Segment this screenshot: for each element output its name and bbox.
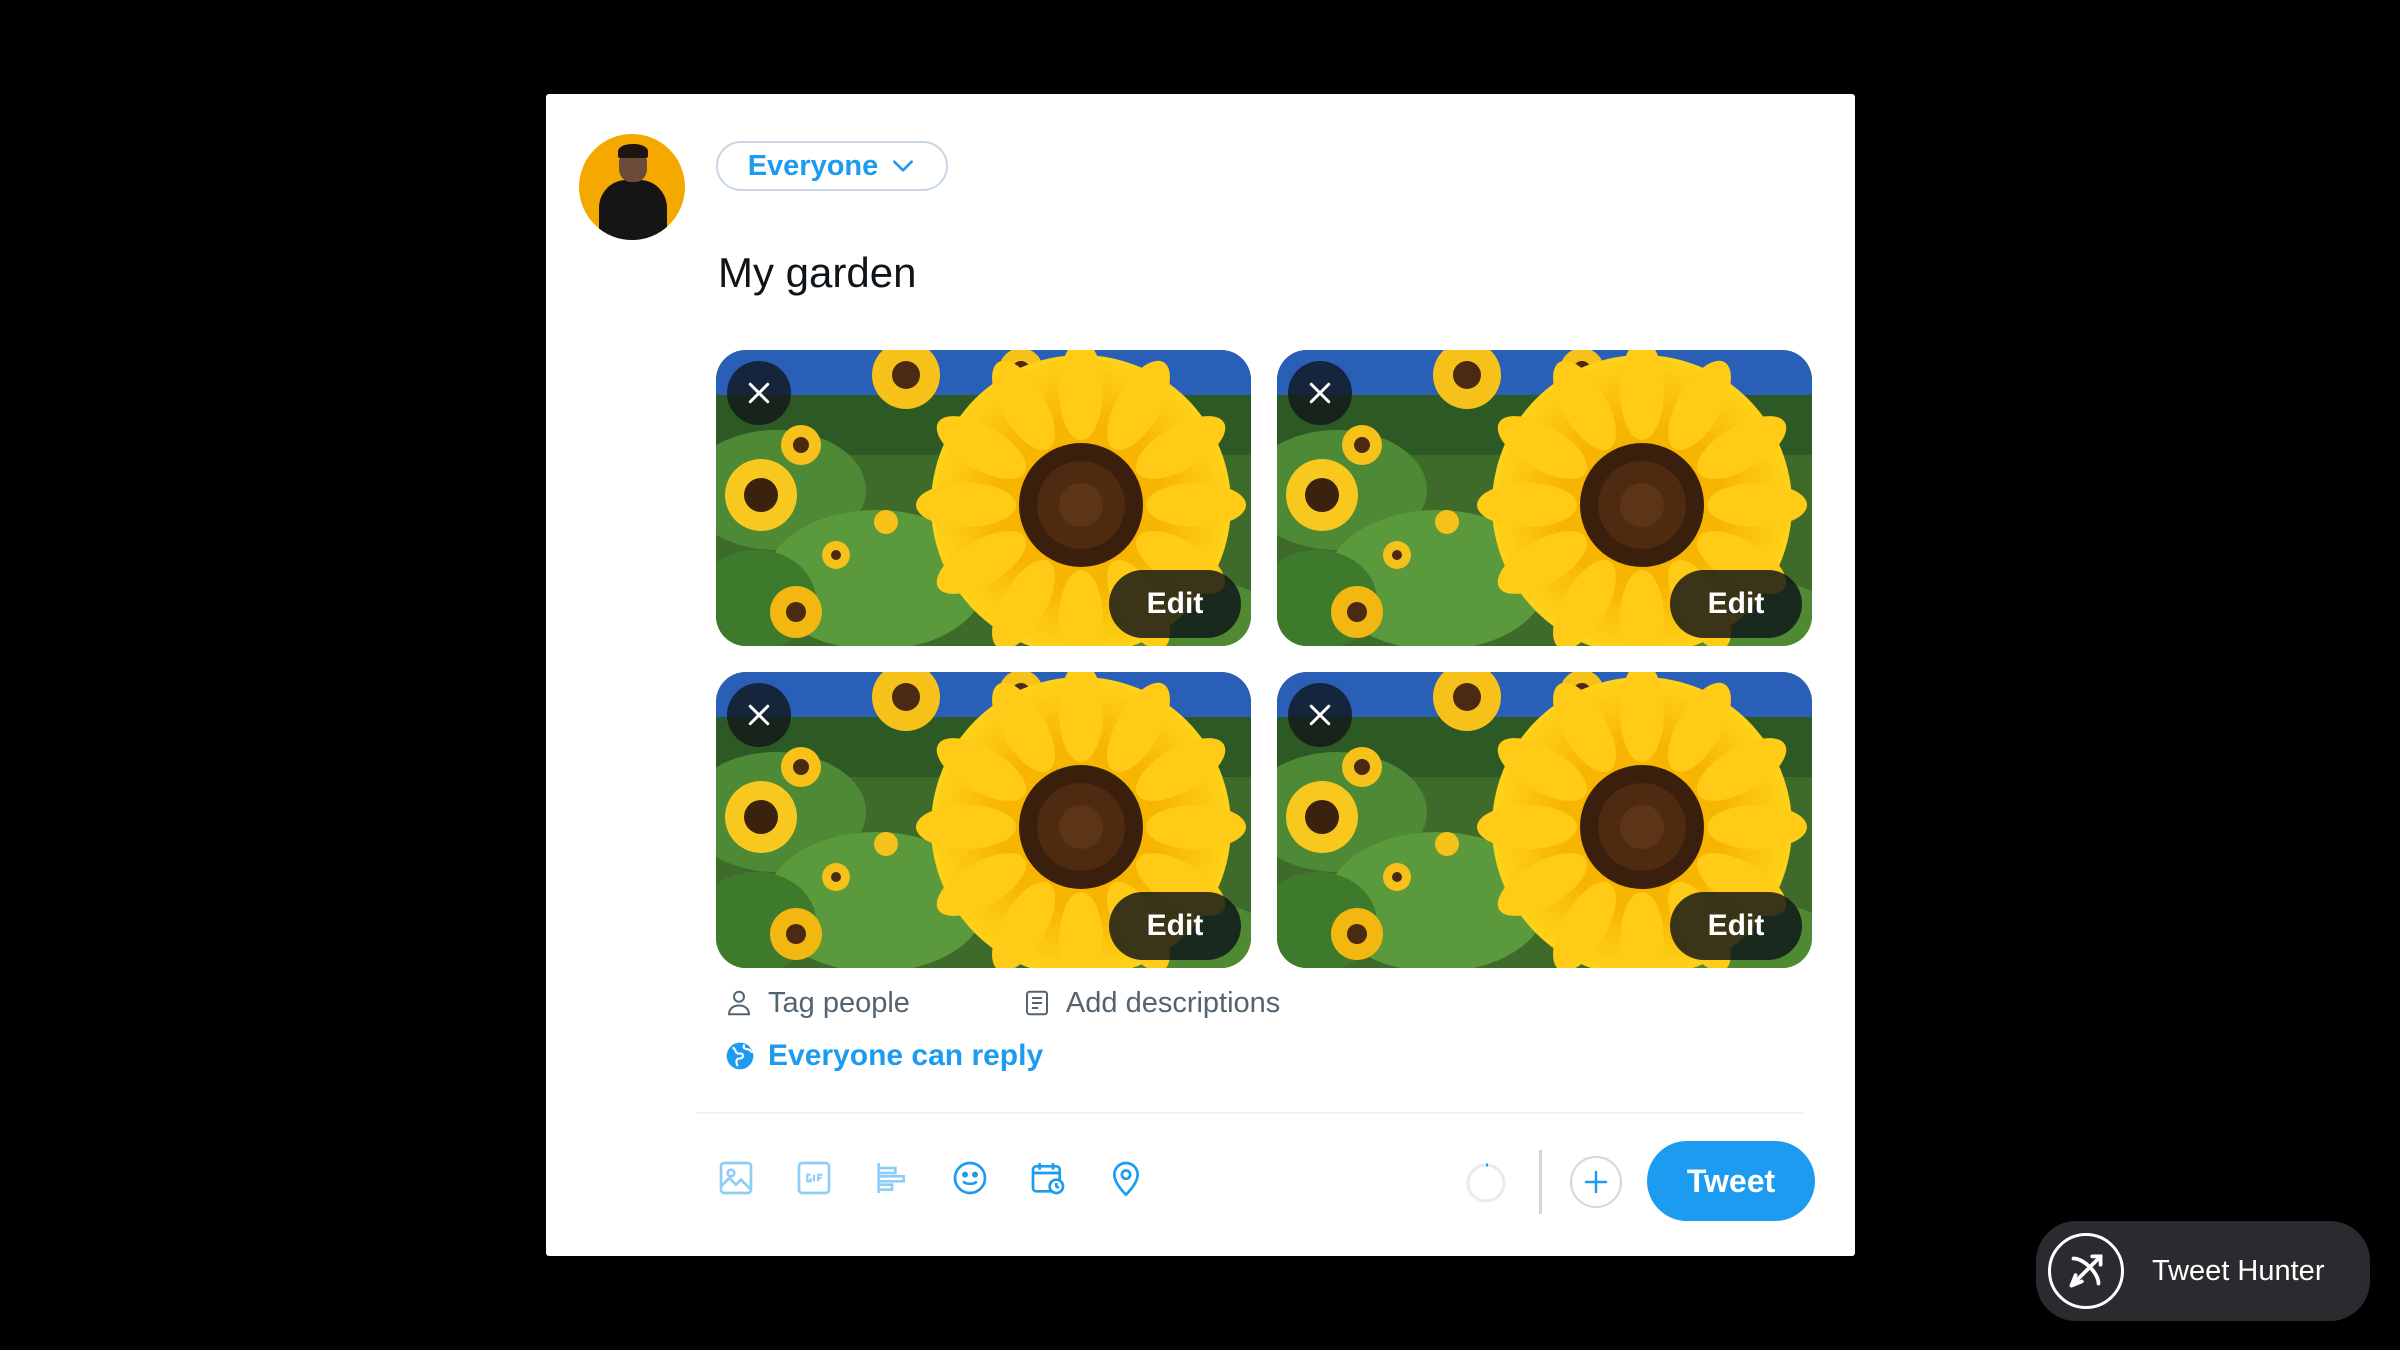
add-location-button[interactable] bbox=[1106, 1158, 1146, 1198]
composer-toolbar bbox=[716, 1158, 1146, 1198]
add-descriptions-label: Add descriptions bbox=[1065, 986, 1281, 1019]
person-icon bbox=[727, 990, 751, 1016]
divider bbox=[696, 1112, 1804, 1114]
close-icon bbox=[1309, 382, 1331, 404]
reply-setting-button[interactable]: Everyone can reply bbox=[724, 1039, 1043, 1073]
avatar[interactable] bbox=[579, 134, 685, 240]
avatar-torso bbox=[599, 180, 667, 240]
plus-icon bbox=[1584, 1170, 1608, 1194]
reply-setting-label: Everyone can reply bbox=[768, 1039, 1044, 1072]
audience-selector[interactable]: Everyone bbox=[716, 141, 948, 191]
toolbar-separator bbox=[1539, 1150, 1542, 1214]
media-item[interactable]: Edit bbox=[1277, 350, 1812, 646]
add-thread-button[interactable] bbox=[1570, 1156, 1622, 1208]
close-icon bbox=[1309, 704, 1331, 726]
schedule-icon bbox=[1031, 1163, 1065, 1195]
remove-media-button[interactable] bbox=[1288, 683, 1352, 747]
schedule-button[interactable] bbox=[1028, 1158, 1068, 1198]
tweet-composer: Everyone My garden Edit Edit Edit Edit T… bbox=[546, 94, 1855, 1256]
avatar-hair bbox=[618, 144, 648, 158]
media-item[interactable]: Edit bbox=[1277, 672, 1812, 968]
document-icon bbox=[1025, 990, 1048, 1016]
poll-icon bbox=[877, 1163, 905, 1193]
add-emoji-button[interactable] bbox=[950, 1158, 990, 1198]
close-icon bbox=[748, 704, 770, 726]
gif-icon bbox=[797, 1161, 831, 1195]
remove-media-button[interactable] bbox=[727, 683, 791, 747]
tag-people-button[interactable]: Tag people bbox=[724, 987, 910, 1020]
badge-label: Tweet Hunter bbox=[2152, 1254, 2325, 1287]
media-item[interactable]: Edit bbox=[716, 672, 1251, 968]
remove-media-button[interactable] bbox=[727, 361, 791, 425]
media-grid: Edit Edit Edit Edit bbox=[716, 350, 1822, 970]
tweet-hunter-logo-icon bbox=[2048, 1233, 2124, 1309]
edit-media-button[interactable]: Edit bbox=[1670, 570, 1802, 638]
tweet-text-input[interactable]: My garden bbox=[718, 249, 916, 297]
tag-people-label: Tag people bbox=[768, 986, 910, 1019]
tweet-hunter-badge[interactable]: Tweet Hunter bbox=[2036, 1221, 2370, 1321]
add-descriptions-button[interactable]: Add descriptions bbox=[1022, 987, 1280, 1020]
media-meta-actions: Tag people Add descriptions bbox=[724, 981, 1280, 1025]
close-icon bbox=[748, 382, 770, 404]
add-gif-button[interactable] bbox=[794, 1158, 834, 1198]
remove-media-button[interactable] bbox=[1288, 361, 1352, 425]
media-item[interactable]: Edit bbox=[716, 350, 1251, 646]
globe-icon bbox=[726, 1042, 754, 1070]
edit-media-button[interactable]: Edit bbox=[1109, 570, 1241, 638]
emoji-icon bbox=[953, 1161, 987, 1195]
media-icon bbox=[719, 1161, 753, 1195]
chevron-down-icon bbox=[893, 160, 914, 172]
edit-media-button[interactable]: Edit bbox=[1670, 892, 1802, 960]
add-media-button[interactable] bbox=[716, 1158, 756, 1198]
add-poll-button[interactable] bbox=[872, 1158, 912, 1198]
tweet-button[interactable]: Tweet bbox=[1647, 1141, 1815, 1221]
edit-media-button[interactable]: Edit bbox=[1109, 892, 1241, 960]
character-counter-icon bbox=[1466, 1163, 1506, 1203]
location-icon bbox=[1112, 1161, 1140, 1197]
audience-label: Everyone bbox=[747, 149, 879, 182]
bow-arrow-icon bbox=[2069, 1254, 2103, 1288]
